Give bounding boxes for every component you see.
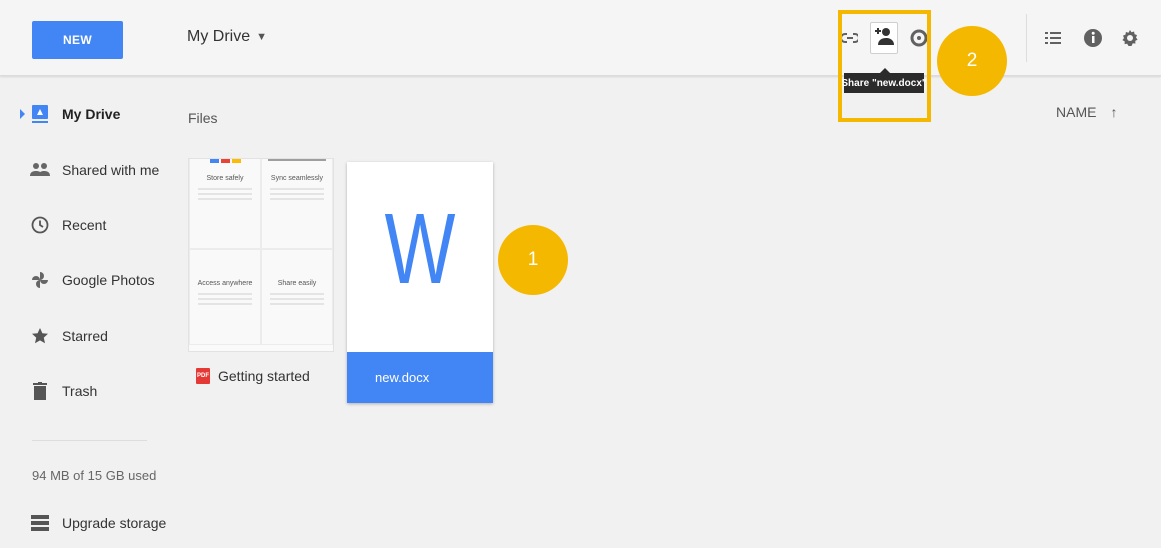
sidebar-divider (32, 440, 147, 441)
step-badge-2: 2 (937, 26, 1007, 96)
sort-by-name[interactable]: NAME ↑ (1056, 104, 1117, 120)
sort-arrow-icon: ↑ (1110, 104, 1118, 120)
thumb-title: Sync seamlessly (270, 175, 324, 182)
pdf-icon: PDF (196, 368, 210, 384)
thumb-title: Access anywhere (197, 280, 253, 287)
thumb-title: Store safely (206, 175, 244, 182)
drive-title-menu[interactable]: My Drive ▼ (187, 28, 267, 46)
files-section-label: Files (188, 110, 218, 126)
thumb-quad-sync: Sync seamlessly (261, 159, 333, 249)
thumb-quad-store: Store safely (189, 159, 261, 249)
upgrade-storage-label: Upgrade storage (62, 515, 167, 531)
file-card-getting-started[interactable]: Store safely Sync seamlessly Access anyw… (188, 158, 334, 352)
star-icon (30, 326, 50, 346)
sidebar-item-starred[interactable]: Starred (0, 316, 172, 356)
sidebar-item-label: Trash (62, 383, 98, 399)
sidebar-item-label: Google Photos (62, 272, 155, 288)
sidebar-item-label: Shared with me (62, 162, 160, 178)
pinwheel-icon (30, 270, 50, 290)
people-icon (30, 160, 50, 180)
file-card-new-docx[interactable]: W new.docx (347, 162, 493, 403)
share-highlight-box (838, 10, 931, 122)
sidebar-item-shared[interactable]: Shared with me (0, 150, 172, 190)
gear-icon[interactable] (1118, 24, 1142, 52)
toolbar-divider (1026, 14, 1027, 62)
page-title: My Drive (187, 28, 251, 45)
color-blocks (190, 159, 260, 163)
info-icon[interactable] (1081, 24, 1105, 52)
thumb-quad-share: Share easily (261, 249, 333, 345)
sidebar-item-trash[interactable]: Trash (0, 371, 172, 411)
thumb-title: Share easily (277, 280, 317, 287)
sidebar-item-label: Recent (62, 217, 107, 233)
sidebar-item-label: My Drive (62, 106, 121, 122)
sort-label: NAME (1056, 104, 1097, 120)
list-view-icon[interactable] (1041, 24, 1065, 52)
file-name-bar: new.docx (347, 352, 493, 403)
expand-arrow-icon[interactable] (20, 109, 25, 119)
sidebar-item-recent[interactable]: Recent (0, 205, 172, 245)
trash-icon (30, 381, 50, 401)
clock-icon (30, 215, 50, 235)
storage-icon (30, 513, 50, 533)
drive-icon (30, 104, 50, 124)
sidebar: My Drive Shared with me Recent Google Ph… (0, 77, 172, 548)
file-name: Getting started (218, 368, 310, 384)
file-name-row[interactable]: PDF Getting started (196, 368, 310, 384)
sidebar-item-my-drive[interactable]: My Drive (0, 94, 172, 134)
thumb-quad-access: Access anywhere (189, 249, 261, 345)
caret-down-icon: ▼ (256, 31, 267, 43)
sidebar-item-photos[interactable]: Google Photos (0, 260, 172, 300)
upgrade-storage-link[interactable]: Upgrade storage (0, 503, 172, 543)
new-button[interactable]: NEW (32, 21, 123, 59)
sidebar-item-label: Starred (62, 328, 108, 344)
file-name: new.docx (375, 370, 430, 385)
storage-usage: 94 MB of 15 GB used (32, 468, 157, 483)
word-doc-icon: W (384, 193, 456, 305)
step-badge-1: 1 (498, 225, 568, 295)
